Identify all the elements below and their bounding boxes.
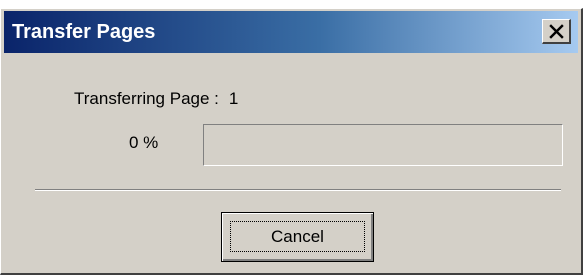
separator-line — [35, 189, 561, 191]
close-icon — [549, 24, 564, 39]
progress-bar — [203, 124, 563, 166]
transferring-label-text: Transferring Page : — [74, 89, 219, 108]
cancel-button-label: Cancel — [271, 227, 324, 246]
title-bar[interactable]: Transfer Pages — [4, 11, 578, 53]
percent-label: 0 % — [129, 133, 159, 152]
cancel-button[interactable]: Cancel — [221, 212, 374, 262]
transferring-page-label: Transferring Page : 1 — [74, 89, 238, 109]
close-button[interactable] — [542, 19, 571, 44]
page-number: 1 — [228, 89, 239, 108]
transfer-pages-dialog: Transfer Pages Transferring Page :1 0 % … — [0, 8, 583, 275]
dialog-title: Transfer Pages — [12, 21, 156, 43]
